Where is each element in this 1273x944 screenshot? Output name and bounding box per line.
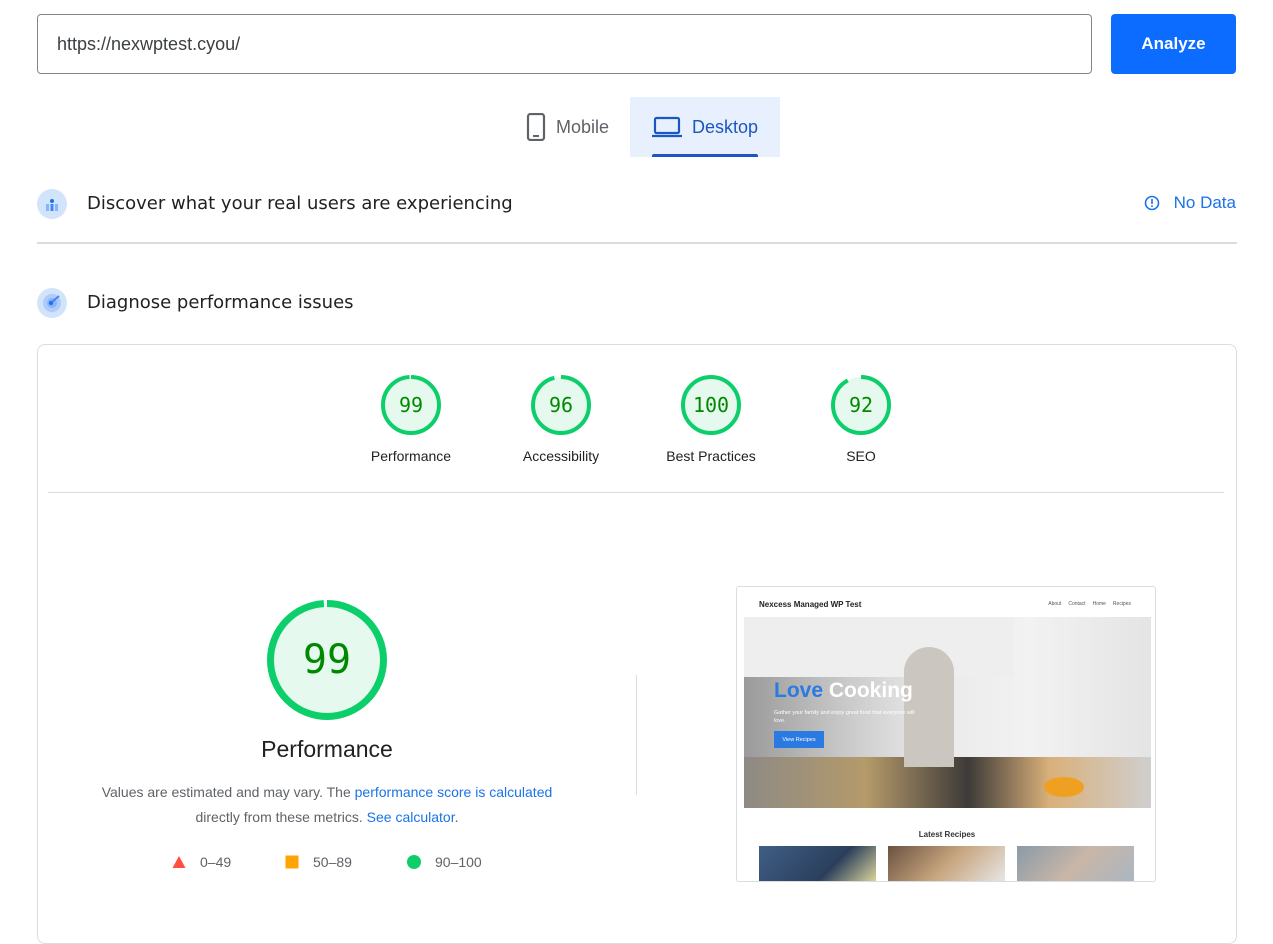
legend-label: 90–100 — [435, 854, 482, 870]
tab-desktop-label: Desktop — [691, 116, 759, 137]
hero-button: View Recipes — [774, 731, 824, 748]
recipe-thumbnail — [759, 846, 876, 881]
tab-mobile[interactable]: Mobile — [505, 97, 630, 157]
desc-text: . — [454, 809, 459, 825]
nav-item: Home — [1092, 601, 1106, 607]
gauge-ring: 100 — [681, 375, 741, 435]
desc-text: directly from these metrics. — [195, 809, 367, 825]
lab-data-title: Diagnose performance issues — [87, 292, 354, 313]
site-title: Nexcess Managed WP Test — [759, 600, 862, 609]
nav-item: Recipes — [1112, 601, 1131, 607]
hero-heading: Love Cooking — [774, 679, 913, 702]
info-icon — [1144, 195, 1159, 211]
desc-text: Values are estimated and may vary. The — [101, 784, 355, 800]
score-calculated-link[interactable]: performance score is calculated — [355, 784, 553, 800]
score-gauge-seo[interactable]: 92 SEO — [801, 374, 921, 464]
laptop-icon — [651, 116, 682, 138]
gauge-ring: 99 — [267, 600, 387, 720]
legend-fail: 0–49 — [172, 854, 231, 870]
gauge-ring: 99 — [381, 375, 441, 435]
divider — [636, 675, 637, 795]
legend-pass: 90–100 — [407, 854, 482, 870]
users-icon — [37, 189, 67, 219]
score-label: Accessibility — [522, 448, 600, 464]
score-value: 99 — [303, 637, 351, 683]
square-icon — [285, 855, 299, 869]
site-nav: About Contact Home Recipes — [1048, 601, 1131, 607]
main-score-label: Performance — [261, 736, 393, 762]
circle-icon — [407, 855, 421, 869]
score-value: 99 — [399, 393, 423, 417]
smartphone-icon — [526, 113, 546, 141]
divider — [48, 492, 1224, 493]
score-label: SEO — [846, 448, 876, 464]
performance-gauge: 99 — [266, 599, 388, 726]
latest-recipes-title: Latest Recipes — [918, 830, 976, 839]
analyze-button[interactable]: Analyze — [1111, 14, 1236, 74]
score-gauge-accessibility[interactable]: 96 Accessibility — [501, 374, 621, 464]
score-value: 100 — [693, 393, 729, 417]
page-screenshot: Nexcess Managed WP Test About Contact Home… — [736, 586, 1156, 882]
field-data-title: Discover what your real users are experi… — [87, 193, 513, 214]
see-calculator-link[interactable]: See calculator — [367, 809, 455, 825]
legend-label: 50–89 — [313, 854, 352, 870]
tab-mobile-label: Mobile — [555, 116, 610, 137]
hero-image: Love Cooking Gather your family and enjo… — [744, 617, 1151, 808]
no-data-label: No Data — [1173, 193, 1236, 212]
recipe-thumbnail — [888, 846, 1005, 881]
diagnose-icon — [37, 288, 67, 318]
hero-subtitle: Gather your family and enjoy great food … — [774, 710, 915, 724]
score-gauge-performance[interactable]: 99 Performance — [351, 374, 471, 464]
legend-average: 50–89 — [285, 854, 352, 870]
score-label: Best Practices — [666, 448, 756, 464]
divider — [37, 242, 1237, 244]
no-data-link[interactable]: No Data — [1144, 193, 1236, 213]
score-gauge-best-practices[interactable]: 100 Best Practices — [651, 374, 771, 464]
gauge-ring: 92 — [831, 375, 891, 435]
gauge-ring: 96 — [531, 375, 591, 435]
recipe-thumbnail — [1017, 846, 1134, 881]
triangle-icon — [172, 856, 186, 868]
nav-item: Contact — [1068, 601, 1086, 607]
nav-item: About — [1048, 601, 1062, 607]
url-input[interactable] — [37, 14, 1092, 74]
score-value: 96 — [549, 393, 573, 417]
score-description: Values are estimated and may vary. The p… — [77, 780, 577, 830]
score-label: Performance — [370, 448, 452, 464]
score-value: 92 — [849, 393, 873, 417]
legend-label: 0–49 — [200, 854, 232, 870]
tab-desktop[interactable]: Desktop — [630, 97, 780, 157]
